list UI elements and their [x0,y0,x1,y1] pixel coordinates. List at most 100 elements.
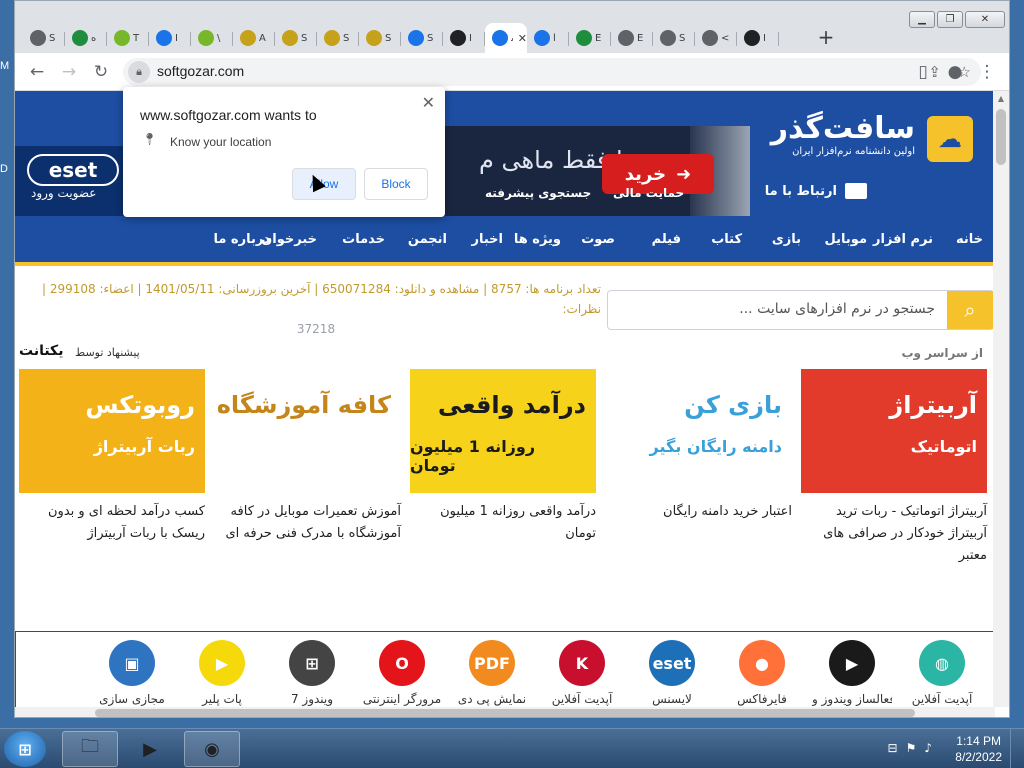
close-icon[interactable]: ✕ [422,93,435,112]
ad-card-caption[interactable]: درآمد واقعی روزانه 1 میلیون تومان [410,501,596,545]
kaspersky-icon[interactable]: K [559,640,605,686]
nav-item[interactable]: خدمات [342,232,385,247]
ad-card[interactable]: درآمد واقعی روزانه 1 میلیون تومان درآمد وا… [410,369,596,545]
start-button[interactable]: ⊞ [4,731,46,767]
flag-icon[interactable]: ⚑ [906,741,917,755]
app-link[interactable]: PDF نمایش پی دی [452,640,532,706]
ad-card-image[interactable]: کافه آموزشگاه [215,369,401,493]
windows7-icon[interactable]: ⊞ [289,640,335,686]
side-panel-icon[interactable]: ▯ [911,60,935,84]
opera-icon[interactable]: O [379,640,425,686]
app-link[interactable]: ◍ آپدیت آفلاین [902,640,982,706]
chrome-taskbar-icon[interactable]: ◉ [184,731,240,767]
ad-card-caption[interactable]: آموزش تعمیرات موبایل در کافه آموزشگاه با… [215,501,401,545]
ad-card-image[interactable]: آربیتراژ اتوماتیک [801,369,987,493]
eset-icon[interactable]: eset [649,640,695,686]
browser-tab[interactable]: S [401,23,443,53]
scroll-up-icon[interactable]: ▲ [993,91,1009,107]
ad-card-caption[interactable]: اعتبار خرید دامنه رایگان [606,501,792,523]
browser-tab[interactable]: ا [527,23,569,53]
restore-button[interactable]: ❐ [937,11,963,28]
profile-icon[interactable]: ● [943,60,967,84]
back-button[interactable]: ← [25,60,49,84]
login-links[interactable]: عضویت ورود [31,186,96,200]
app-link[interactable]: ⊞ ویندوز 7 [272,640,352,706]
nav-item[interactable]: ویژه ها [514,232,561,247]
ad-card[interactable]: آربیتراژ اتوماتیک آربیتراژ اتوماتیک - ربات… [801,369,987,567]
horizontal-scrollbar[interactable] [15,707,995,717]
search-input[interactable]: جستجو در نرم افزارهای سایت ... [739,301,935,317]
site-name[interactable]: سافت‌گذر [771,111,915,146]
browser-tab[interactable]: S [317,23,359,53]
financial-support-label[interactable]: حمایت مالی [613,186,684,200]
browser-tab[interactable]: S [23,23,65,53]
minimize-button[interactable]: ▁ [909,11,935,28]
vertical-scrollbar[interactable]: ▲ [993,91,1009,707]
scroll-thumb[interactable] [996,109,1006,165]
ad-card-image[interactable]: روبوتکس ربات آربیتراژ [19,369,205,493]
nav-item[interactable]: کتاب [711,232,742,247]
ad-card[interactable]: روبوتکس ربات آربیتراژ کسب درآمد لحظه ای و … [19,369,205,545]
site-logo-icon[interactable]: ☁ [927,116,973,162]
browser-tab[interactable]: A [233,23,275,53]
browser-tab[interactable]: E [569,23,611,53]
pdf-icon[interactable]: PDF [469,640,515,686]
app-label[interactable]: نمایش پی دی [452,692,532,706]
search-icon[interactable]: ⌕ [947,291,993,329]
yektanet-logo[interactable]: یکتانت [19,343,71,361]
browser-tab[interactable]: \ [191,23,233,53]
firefox-icon[interactable]: ● [739,640,785,686]
player-icon[interactable]: ▶ [199,640,245,686]
browser-tab[interactable]: ﺳ✕ [485,23,527,53]
windows-activator-icon[interactable]: ▶ [829,640,875,686]
browser-tab[interactable]: I [149,23,191,53]
app-label[interactable]: آپدیت آفلاین [542,692,622,706]
eset-ad[interactable]: eset عضویت ورود [15,146,125,216]
browser-tab[interactable]: S [653,23,695,53]
browser-tab[interactable]: I [443,23,485,53]
nav-item[interactable]: خانه [956,232,983,247]
hscroll-thumb[interactable] [95,709,915,717]
browser-tab[interactable]: < [695,23,737,53]
app-label[interactable]: فعالساز ویندوز و [812,692,892,706]
app-label[interactable]: ویندوز 7 [272,692,352,706]
reload-button[interactable]: ↻ [89,60,113,84]
app-label[interactable]: آپدیت آفلاین [902,692,982,706]
browser-tab[interactable]: S [359,23,401,53]
menu-icon[interactable]: ⋮ [975,60,999,84]
network-icon[interactable]: ⊟ [888,741,898,755]
browser-tab[interactable]: S [275,23,317,53]
ad-card-image[interactable]: بازی کن دامنه رایگان بگیر [606,369,792,493]
ad-card-caption[interactable]: کسب درآمد لحظه ای و بدون ریسک با ربات آر… [19,501,205,545]
nav-item[interactable]: اخبار [472,232,504,247]
site-search[interactable]: ⌕ جستجو در نرم افزارهای سایت ... [607,290,994,330]
ad-card[interactable]: کافه آموزشگاه آموزش تعمیرات موبایل در کاف… [215,369,401,545]
nav-item[interactable]: موبایل [825,232,867,247]
ad-card-caption[interactable]: آربیتراژ اتوماتیک - ربات ترید آربیتراژ خ… [801,501,987,567]
app-label[interactable]: مجازی سازی [92,692,172,706]
media-player-icon[interactable]: ▶ [122,731,178,767]
nav-item[interactable]: فیلم [652,232,681,247]
block-button[interactable]: Block [364,168,428,200]
app-link[interactable]: ● فایرفاکس [722,640,802,706]
app-link[interactable]: K آپدیت آفلاین [542,640,622,706]
nav-item[interactable]: صوت [581,232,615,247]
app-link[interactable]: ▶ فعالساز ویندوز و [812,640,892,706]
contact-link[interactable]: ارتباط با ما [765,183,867,199]
show-desktop-button[interactable] [1010,729,1024,768]
nav-item[interactable]: بازی [772,232,801,247]
nav-item[interactable]: درباره ما [213,232,270,247]
address-bar[interactable]: 🔒︎ softgozar.com ⇪ ☆ [123,58,981,86]
browser-tab[interactable]: T [107,23,149,53]
nav-item[interactable]: انجمن [408,232,447,247]
tab-close-icon[interactable]: ✕ [518,32,527,45]
virtualbox-icon[interactable]: ▣ [109,640,155,686]
app-link[interactable]: eset لایسنس [632,640,712,706]
app-label[interactable]: مرورگر اینترنتی [362,692,442,706]
volume-icon[interactable]: ♪ [924,741,932,755]
advanced-search-link[interactable]: جستجوی پیشرفته [485,186,591,200]
ad-card[interactable]: بازی کن دامنه رایگان بگیر اعتبار خرید دامن… [606,369,792,523]
app-link[interactable]: O مرورگر اینترنتی [362,640,442,706]
nav-item[interactable]: نرم افزار [873,232,933,247]
ad-card-image[interactable]: درآمد واقعی روزانه 1 میلیون تومان [410,369,596,493]
